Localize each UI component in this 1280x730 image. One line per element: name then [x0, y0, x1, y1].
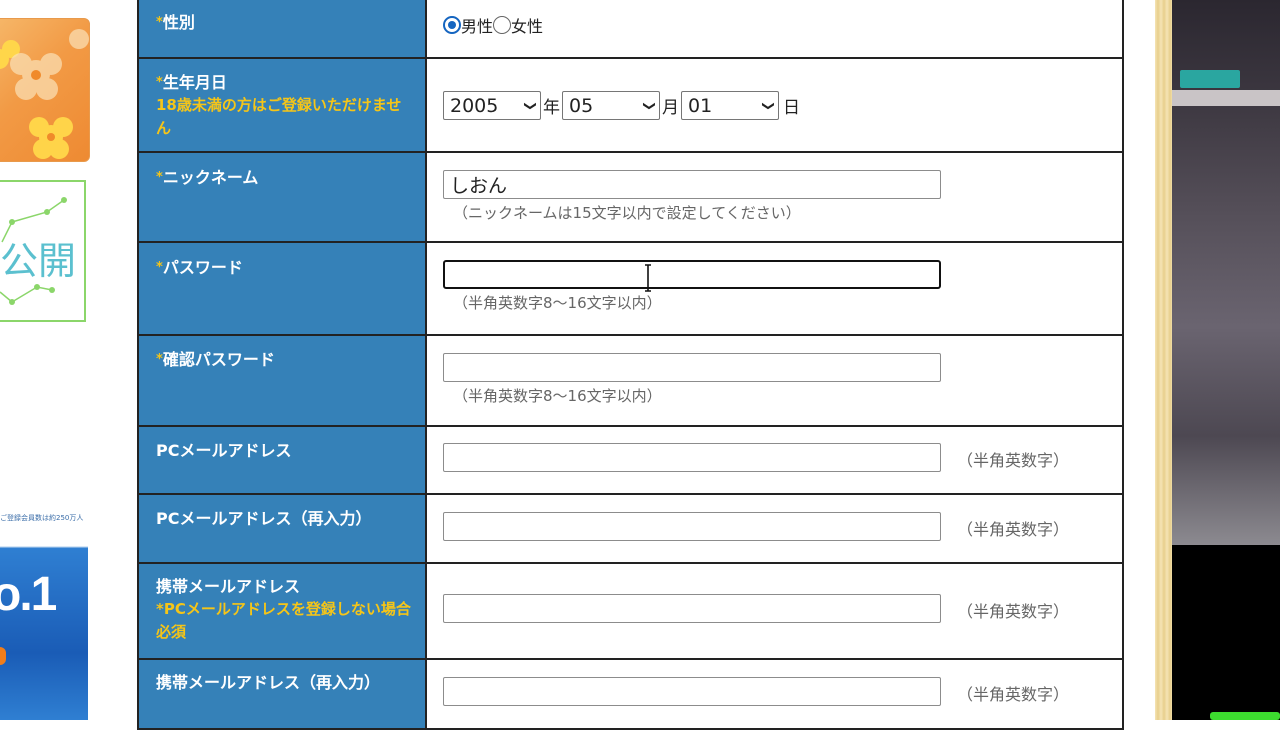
month-unit: 月	[662, 98, 679, 118]
value-cell: （ニックネームは15文字以内で設定してください）	[425, 151, 1124, 243]
shelf-object	[1172, 90, 1280, 106]
day-value: 01	[688, 94, 713, 117]
value-cell: （半角英数字）	[425, 562, 1124, 660]
value-cell: （半角英数字）	[425, 658, 1124, 730]
left-banner-column: 公開 ご登録会員数は約250万人 o.1	[0, 0, 100, 720]
label-cell: *ニックネーム	[137, 151, 427, 243]
mobile-email-input[interactable]	[443, 594, 941, 623]
nickname-label: ニックネーム	[162, 168, 259, 187]
gender-radio-group: 男性 女性	[443, 0, 1122, 37]
registration-form: *性別 男性 女性 *生年月日 18歳未満の方はご登録いただけません 2005 ❮…	[137, 0, 1124, 730]
password-confirm-label: 確認パスワード	[162, 350, 275, 369]
mobile-email-confirm-hint: （半角英数字）	[957, 685, 1070, 704]
nickname-input[interactable]	[443, 170, 941, 199]
month-select[interactable]: 05 ❮	[562, 91, 660, 120]
orange-accent	[0, 647, 6, 665]
radio-male-label[interactable]: 男性	[461, 13, 493, 37]
label-cell: 携帯メールアドレス（再入力）	[137, 658, 427, 730]
public-banner[interactable]: 公開	[0, 180, 86, 322]
value-cell: 男性 女性	[425, 0, 1124, 59]
required-mark: *	[156, 75, 163, 90]
green-indicator	[1210, 712, 1280, 720]
no1-banner[interactable]: ご登録会員数は約250万人 o.1	[0, 497, 88, 720]
radio-female-label[interactable]: 女性	[511, 13, 543, 37]
form-row-pc-email: PCメールアドレス （半角英数字）	[137, 425, 1124, 495]
flower-banner[interactable]	[0, 18, 90, 162]
pc-email-label: PCメールアドレス	[156, 441, 292, 460]
form-row-password-confirm: *確認パスワード （半角英数字8～16文字以内）	[137, 334, 1124, 427]
value-cell: （半角英数字8～16文字以内）	[425, 334, 1124, 427]
label-cell: *パスワード	[137, 241, 427, 336]
form-row-pc-email-confirm: PCメールアドレス（再入力） （半角英数字）	[137, 493, 1124, 564]
page-edge-decoration	[1155, 0, 1172, 720]
required-mark: *	[156, 170, 163, 185]
pc-email-confirm-input[interactable]	[443, 512, 941, 541]
year-select[interactable]: 2005 ❮	[443, 91, 541, 120]
radio-female[interactable]	[493, 16, 512, 34]
form-row-password: *パスワード （半角英数字8～16文字以内）	[137, 241, 1124, 336]
password-confirm-hint: （半角英数字8～16文字以内）	[453, 387, 662, 405]
form-row-birthdate: *生年月日 18歳未満の方はご登録いただけません 2005 ❮ 年 05 ❮ 月 0…	[137, 57, 1124, 153]
nickname-hint: （ニックネームは15文字以内で設定してください）	[453, 204, 801, 222]
form-row-gender: *性別 男性 女性	[137, 0, 1124, 59]
no1-banner-caption: ご登録会員数は約250万人	[0, 514, 84, 522]
day-select[interactable]: 01 ❮	[681, 91, 779, 120]
chevron-down-icon: ❮	[640, 100, 655, 111]
value-cell: （半角英数字8～16文字以内）	[425, 241, 1124, 336]
webcam-scene	[1172, 0, 1280, 545]
password-label: パスワード	[162, 258, 243, 277]
flower-pattern-icon	[0, 29, 89, 159]
birthdate-label: 生年月日	[162, 73, 227, 92]
form-row-mobile-email: 携帯メールアドレス *PCメールアドレスを登録しない場合必須 （半角英数字）	[137, 562, 1124, 660]
mobile-email-hint: （半角英数字）	[957, 602, 1070, 621]
pc-email-confirm-hint: （半角英数字）	[957, 520, 1070, 539]
label-cell: PCメールアドレス	[137, 425, 427, 495]
mobile-email-confirm-label: 携帯メールアドレス（再入力）	[156, 673, 381, 692]
pc-email-confirm-label: PCメールアドレス（再入力）	[156, 509, 372, 528]
form-row-nickname: *ニックネーム （ニックネームは15文字以内で設定してください）	[137, 151, 1124, 243]
year-value: 2005	[450, 94, 499, 117]
label-cell: *性別	[137, 0, 427, 59]
text-cursor-icon	[645, 264, 651, 292]
password-hint: （半角英数字8～16文字以内）	[453, 294, 662, 312]
form-row-mobile-email-confirm: 携帯メールアドレス（再入力） （半角英数字）	[137, 658, 1124, 730]
password-input[interactable]	[443, 260, 941, 289]
mobile-email-label: 携帯メールアドレス	[156, 577, 301, 596]
value-cell: （半角英数字）	[425, 425, 1124, 495]
pc-email-hint: （半角英数字）	[957, 451, 1070, 470]
required-mark: *	[156, 352, 163, 367]
label-cell: *生年月日 18歳未満の方はご登録いただけません	[137, 57, 427, 153]
gender-label: 性別	[162, 13, 195, 32]
binder-object	[1180, 70, 1240, 88]
pc-email-input[interactable]	[443, 443, 941, 472]
password-confirm-input[interactable]	[443, 353, 941, 382]
birthdate-age-note: 18歳未満の方はご登録いただけません	[156, 96, 402, 137]
year-unit: 年	[543, 98, 560, 118]
value-cell: （半角英数字）	[425, 493, 1124, 564]
webcam-overlay	[1172, 0, 1280, 720]
radio-male[interactable]	[443, 16, 461, 34]
label-cell: 携帯メールアドレス *PCメールアドレスを登録しない場合必須	[137, 562, 427, 660]
label-cell: PCメールアドレス（再入力）	[137, 493, 427, 564]
month-value: 05	[569, 94, 594, 117]
mobile-email-note: *PCメールアドレスを登録しない場合必須	[156, 600, 411, 641]
day-unit: 日	[783, 98, 800, 118]
label-cell: *確認パスワード	[137, 334, 427, 427]
public-banner-text: 公開	[0, 239, 77, 283]
required-mark: *	[156, 260, 163, 275]
birthdate-selects: 2005 ❮ 年 05 ❮ 月 01 ❮ 日	[443, 59, 1122, 120]
mobile-email-confirm-input[interactable]	[443, 677, 941, 706]
chevron-down-icon: ❮	[521, 100, 536, 111]
value-cell: 2005 ❮ 年 05 ❮ 月 01 ❮ 日	[425, 57, 1124, 153]
required-mark: *	[156, 15, 163, 30]
no1-banner-title: o.1	[0, 568, 57, 621]
chevron-down-icon: ❮	[759, 100, 774, 111]
